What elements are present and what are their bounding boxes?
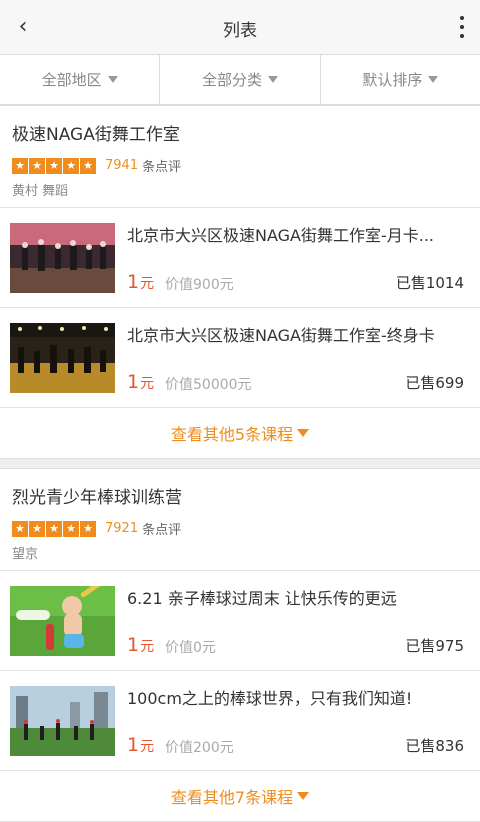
- filter-category-label: 全部分类: [201, 71, 262, 89]
- deal-price-unit: 元: [140, 376, 155, 392]
- deal-sold-count: 已售699: [405, 374, 464, 392]
- more-courses-link[interactable]: 查看其他7条课程: [0, 771, 480, 821]
- deal-title: 北京市大兴区极速NAGA街舞工作室-终身卡: [127, 326, 435, 345]
- star-icon: ★: [46, 520, 62, 537]
- deal-price: 1元: [127, 271, 154, 293]
- deal-price-unit: 元: [140, 639, 155, 655]
- filter-sort-label: 默认排序: [362, 71, 423, 89]
- review-label: 条点评: [142, 160, 182, 175]
- deal-sold-count: 已售1014: [395, 274, 464, 292]
- deal-sold-count: 已售836: [405, 737, 464, 755]
- dropdown-triangle-icon: [107, 76, 118, 83]
- deal-original-value: 价值0元: [165, 640, 216, 656]
- dropdown-triangle-icon: [428, 76, 439, 83]
- filter-category[interactable]: 全部分类: [160, 55, 321, 104]
- shop-header[interactable]: 极速NAGA街舞工作室 ★ ★ ★ ★ ★ 7941 条点评 黄村 舞蹈: [0, 106, 480, 208]
- deal-thumbnail: [10, 686, 115, 756]
- shop-name: 烈光青少年棒球训练营: [12, 488, 182, 508]
- shop-card: 极速NAGA街舞工作室 ★ ★ ★ ★ ★ 7941 条点评 黄村 舞蹈 北京市…: [0, 105, 480, 459]
- deal-price: 1元: [127, 371, 154, 393]
- more-courses-label: 查看其他7条课程: [170, 788, 294, 807]
- deal-thumbnail: [10, 323, 115, 393]
- page-title: 列表: [223, 21, 257, 41]
- star-icon: ★: [46, 157, 62, 174]
- star-icon: ★: [29, 520, 45, 537]
- deal-original-value: 价值900元: [165, 277, 234, 293]
- deal-item[interactable]: 北京市大兴区极速NAGA街舞工作室-终身卡 1元 价值50000元 已售699: [0, 308, 480, 408]
- dropdown-triangle-icon: [268, 76, 278, 83]
- shop-area: 望京: [12, 547, 39, 562]
- deal-original-value: 价值200元: [165, 740, 234, 756]
- star-icon: ★: [63, 520, 79, 537]
- deal-price: 1元: [127, 634, 154, 656]
- deal-item[interactable]: 6.21 亲子棒球过周末 让快乐传的更远 1元 价值0元 已售975: [0, 571, 480, 671]
- shop-header[interactable]: 烈光青少年棒球训练营 ★ ★ ★ ★ ★ 7921 条点评 望京: [0, 469, 480, 571]
- shop-rating: ★ ★ ★ ★ ★ 7921 条点评: [12, 519, 181, 538]
- deal-thumbnail: [10, 586, 115, 656]
- deal-sold-count: 已售975: [405, 637, 464, 655]
- filter-sort[interactable]: 默认排序: [321, 55, 480, 104]
- deal-price: 1元: [127, 734, 154, 756]
- shop-name: 极速NAGA街舞工作室: [12, 125, 180, 145]
- star-icon: ★: [80, 520, 96, 537]
- deal-price-amount: 1: [127, 371, 140, 393]
- deal-thumbnail: [10, 223, 115, 293]
- star-rating: ★ ★ ★ ★ ★: [12, 157, 97, 174]
- star-rating: ★ ★ ★ ★ ★: [12, 520, 97, 537]
- deal-original-value: 价值50000元: [165, 377, 252, 393]
- star-icon: ★: [63, 157, 79, 174]
- deal-price-unit: 元: [140, 276, 155, 292]
- review-label: 条点评: [142, 523, 182, 538]
- deal-price-unit: 元: [140, 739, 155, 755]
- more-courses-link[interactable]: 查看其他5条课程: [0, 408, 480, 458]
- deal-price-amount: 1: [127, 734, 140, 756]
- star-icon: ★: [12, 157, 28, 174]
- filter-region[interactable]: 全部地区: [0, 55, 161, 104]
- deal-item[interactable]: 100cm之上的棒球世界，只有我们知道! 1元 价值200元 已售836: [0, 671, 480, 771]
- star-icon: ★: [12, 520, 28, 537]
- filter-bar: 全部地区 全部分类 默认排序: [0, 55, 480, 105]
- more-courses-label: 查看其他5条课程: [170, 425, 294, 444]
- top-bar: ‹ 列表: [0, 0, 480, 55]
- dropdown-triangle-icon: [297, 792, 310, 800]
- review-count: 7941: [105, 158, 139, 173]
- star-icon: ★: [80, 157, 96, 174]
- deal-price-amount: 1: [127, 634, 140, 656]
- shop-area: 黄村 舞蹈: [12, 184, 69, 199]
- shop-rating: ★ ★ ★ ★ ★ 7941 条点评: [12, 156, 181, 175]
- review-count: 7921: [105, 521, 139, 536]
- shop-card: 烈光青少年棒球训练营 ★ ★ ★ ★ ★ 7921 条点评 望京 6.21 亲子…: [0, 468, 480, 822]
- deal-title: 6.21 亲子棒球过周末 让快乐传的更远: [127, 589, 397, 608]
- dropdown-triangle-icon: [297, 429, 310, 437]
- deal-title: 北京市大兴区极速NAGA街舞工作室-月卡...: [127, 226, 435, 245]
- deal-price-amount: 1: [127, 271, 140, 293]
- filter-region-label: 全部地区: [41, 71, 102, 89]
- more-vertical-icon[interactable]: [458, 16, 466, 38]
- deal-item[interactable]: 北京市大兴区极速NAGA街舞工作室-月卡... 1元 价值900元 已售1014: [0, 208, 480, 308]
- deal-title: 100cm之上的棒球世界，只有我们知道!: [127, 689, 413, 708]
- star-icon: ★: [29, 157, 45, 174]
